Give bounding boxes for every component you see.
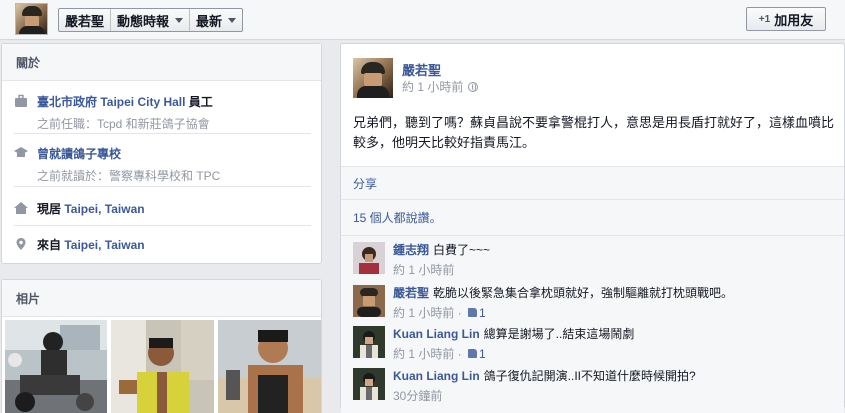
photos-card: 相片 (1, 279, 322, 413)
thumbs-up-icon (468, 349, 478, 358)
comment-timestamp[interactable]: 約 1 小時前 (393, 261, 454, 278)
photo-thumbnail[interactable] (111, 320, 214, 413)
comment-text: 乾脆以後緊急集合拿枕頭就好，強制驅離就打枕頭戰吧。 (433, 286, 734, 300)
divider (14, 186, 311, 187)
post-timestamp[interactable]: 約 1 小時前 (402, 78, 479, 95)
chevron-down-icon (228, 17, 237, 23)
comment-like-count[interactable]: 1 (468, 306, 486, 320)
about-work: 臺北市政府 Taipei City Hall 員工 之前任職：Tcpd 和新莊鴿… (14, 93, 311, 132)
recent-dropdown[interactable]: 最新 (190, 9, 242, 31)
comment-timestamp[interactable]: 約 1 小時前 (393, 304, 454, 321)
comment-text: 白費了~~~ (433, 243, 491, 257)
divider (14, 225, 311, 226)
commenter-name[interactable]: Kuan Liang Lin (393, 327, 480, 341)
commenter-avatar[interactable] (353, 285, 385, 317)
add-friend-icon: +1 (758, 13, 771, 25)
work-link[interactable]: 臺北市政府 Taipei City Hall (37, 95, 185, 109)
comment-text: 總算是謝場了..結束這場鬧劇 (483, 327, 635, 341)
about-current-city: 現居 Taipei, Taiwan (14, 200, 311, 217)
comment-timestamp[interactable]: 約 1 小時前 (393, 345, 454, 362)
about-card: 關於 臺北市政府 Taipei City Hall 員工 之前任職：Tcpd 和… (1, 43, 322, 264)
profile-nav-buttons: 嚴若聖 動態時報 最新 (58, 8, 244, 32)
divider (14, 133, 311, 134)
post-card: 嚴若聖 約 1 小時前 兄弟們，聽到了嗎？蘇貞昌說不要拿警棍打人，意思是用長盾打… (340, 43, 845, 413)
about-card-title: 關於 (2, 44, 321, 81)
location-pin-icon (16, 238, 26, 250)
profile-avatar[interactable] (15, 3, 48, 35)
commenter-avatar[interactable] (353, 326, 385, 358)
commenter-name[interactable]: 嚴若聖 (393, 286, 429, 300)
hometown-link[interactable]: Taipei, Taiwan (64, 238, 144, 252)
likes-summary: 15 個人都說讚。 (341, 200, 844, 236)
likes-link[interactable]: 15 個人都說讚。 (353, 209, 442, 226)
commenter-avatar[interactable] (353, 242, 385, 274)
photos-card-title: 相片 (2, 280, 321, 317)
commenter-name[interactable]: Kuan Liang Lin (393, 369, 480, 383)
about-education: 曾就讀鴿子專校 之前就讀於：警察專科學校和 TPC (14, 145, 311, 184)
post-author-name[interactable]: 嚴若聖 (402, 60, 441, 79)
thumbs-up-icon (468, 308, 478, 317)
commenter-name[interactable]: 鍾志翔 (393, 243, 429, 257)
school-link[interactable]: 曾就讀鴿子專校 (37, 147, 121, 161)
post-author-avatar[interactable] (353, 58, 393, 98)
globe-icon (468, 81, 479, 92)
commenter-avatar[interactable] (353, 368, 385, 400)
home-icon (14, 202, 28, 214)
photo-thumbnail[interactable] (5, 320, 107, 413)
school-icon (14, 147, 28, 157)
share-link[interactable]: 分享 (353, 175, 377, 192)
comment-timestamp[interactable]: 30分鐘前 (393, 387, 442, 404)
comment-like-count[interactable]: 1 (468, 347, 486, 361)
add-friend-button[interactable]: +1 加用友 (746, 7, 826, 31)
profile-header-bar: 嚴若聖 動態時報 最新 +1 加用友 (0, 0, 845, 40)
post-text: 兄弟們，聽到了嗎？蘇貞昌說不要拿警棍打人，意思是用長盾打就好了，這樣血噴比較多，… (353, 115, 835, 150)
profile-name-button[interactable]: 嚴若聖 (59, 9, 112, 31)
timeline-dropdown[interactable]: 動態時報 (111, 9, 191, 31)
current-city-link[interactable]: Taipei, Taiwan (64, 202, 144, 216)
photo-thumbnail[interactable] (218, 320, 321, 413)
chevron-down-icon (175, 17, 184, 23)
comment-text: 鴿子復仇記開演..II不知道什麼時候開拍? (483, 369, 696, 383)
briefcase-icon (15, 94, 27, 107)
post-actions-bar: 分享 (341, 166, 844, 200)
about-hometown: 來自 Taipei, Taiwan (14, 236, 311, 253)
